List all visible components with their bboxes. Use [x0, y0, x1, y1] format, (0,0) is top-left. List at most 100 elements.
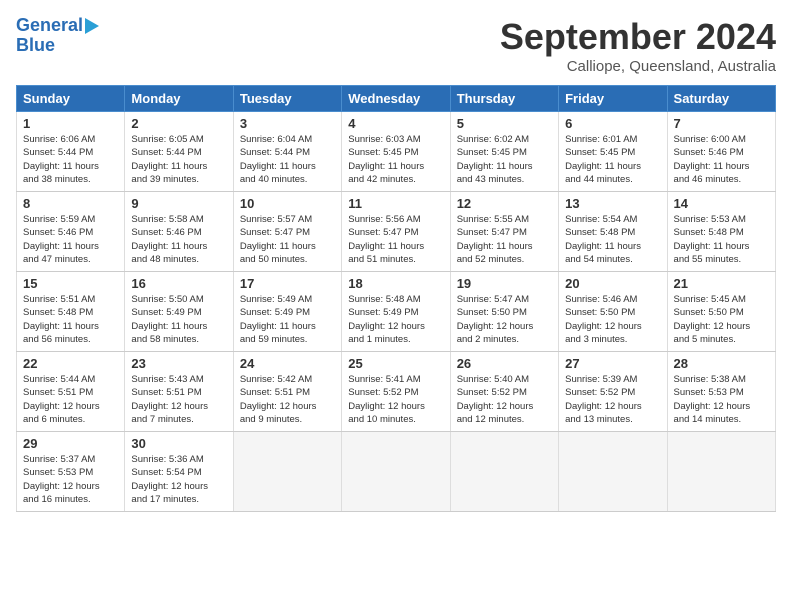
calendar-cell: 19 Sunrise: 5:47 AMSunset: 5:50 PMDayligh… [450, 272, 558, 352]
calendar-cell: 8 Sunrise: 5:59 AMSunset: 5:46 PMDaylight… [17, 192, 125, 272]
day-number: 14 [674, 196, 769, 211]
calendar-cell [559, 432, 667, 512]
day-info: Sunrise: 5:38 AMSunset: 5:53 PMDaylight:… [674, 373, 769, 426]
calendar-cell [342, 432, 450, 512]
calendar-cell: 21Sunrise: 5:45 AMSunset: 5:50 PMDayligh… [667, 272, 775, 352]
calendar-cell: 30 Sunrise: 5:36 AMSunset: 5:54 PMDayligh… [125, 432, 233, 512]
calendar-cell: 12 Sunrise: 5:55 AMSunset: 5:47 PMDayligh… [450, 192, 558, 272]
day-number: 3 [240, 116, 335, 131]
calendar-cell: 22Sunrise: 5:44 AMSunset: 5:51 PMDayligh… [17, 352, 125, 432]
logo-text: General [16, 16, 83, 36]
calendar-cell: 9 Sunrise: 5:58 AMSunset: 5:46 PMDaylight… [125, 192, 233, 272]
weekday-header-friday: Friday [559, 86, 667, 112]
day-info: Sunrise: 6:03 AMSunset: 5:45 PMDaylight:… [348, 133, 443, 186]
weekday-header-monday: Monday [125, 86, 233, 112]
day-number: 10 [240, 196, 335, 211]
day-info: Sunrise: 5:42 AMSunset: 5:51 PMDaylight:… [240, 373, 335, 426]
day-number: 2 [131, 116, 226, 131]
day-info: Sunrise: 5:51 AMSunset: 5:48 PMDaylight:… [23, 293, 118, 346]
calendar-cell: 1 Sunrise: 6:06 AMSunset: 5:44 PMDaylight… [17, 112, 125, 192]
weekday-header-saturday: Saturday [667, 86, 775, 112]
day-info: Sunrise: 6:05 AMSunset: 5:44 PMDaylight:… [131, 133, 226, 186]
day-number: 29 [23, 436, 118, 451]
calendar-cell: 3Sunrise: 6:04 AMSunset: 5:44 PMDaylight… [233, 112, 341, 192]
day-number: 13 [565, 196, 660, 211]
calendar-cell: 5 Sunrise: 6:02 AMSunset: 5:45 PMDaylight… [450, 112, 558, 192]
day-info: Sunrise: 5:41 AMSunset: 5:52 PMDaylight:… [348, 373, 443, 426]
calendar-cell [233, 432, 341, 512]
day-info: Sunrise: 5:59 AMSunset: 5:46 PMDaylight:… [23, 213, 118, 266]
day-info: Sunrise: 5:44 AMSunset: 5:51 PMDaylight:… [23, 373, 118, 426]
week-row-4: 22Sunrise: 5:44 AMSunset: 5:51 PMDayligh… [17, 352, 776, 432]
calendar-cell: 18Sunrise: 5:48 AMSunset: 5:49 PMDayligh… [342, 272, 450, 352]
calendar-cell: 15 Sunrise: 5:51 AMSunset: 5:48 PMDayligh… [17, 272, 125, 352]
day-info: Sunrise: 5:37 AMSunset: 5:53 PMDaylight:… [23, 453, 118, 506]
day-info: Sunrise: 5:58 AMSunset: 5:46 PMDaylight:… [131, 213, 226, 266]
day-number: 30 [131, 436, 226, 451]
weekday-header-wednesday: Wednesday [342, 86, 450, 112]
day-info: Sunrise: 5:57 AMSunset: 5:47 PMDaylight:… [240, 213, 335, 266]
calendar-cell: 2 Sunrise: 6:05 AMSunset: 5:44 PMDaylight… [125, 112, 233, 192]
day-info: Sunrise: 5:46 AMSunset: 5:50 PMDaylight:… [565, 293, 660, 346]
day-number: 5 [457, 116, 552, 131]
day-number: 28 [674, 356, 769, 371]
day-number: 1 [23, 116, 118, 131]
calendar-cell: 26 Sunrise: 5:40 AMSunset: 5:52 PMDayligh… [450, 352, 558, 432]
day-info: Sunrise: 5:43 AMSunset: 5:51 PMDaylight:… [131, 373, 226, 426]
day-number: 11 [348, 196, 443, 211]
calendar-cell: 23Sunrise: 5:43 AMSunset: 5:51 PMDayligh… [125, 352, 233, 432]
calendar-cell: 11 Sunrise: 5:56 AMSunset: 5:47 PMDayligh… [342, 192, 450, 272]
calendar-cell: 16Sunrise: 5:50 AMSunset: 5:49 PMDayligh… [125, 272, 233, 352]
day-number: 27 [565, 356, 660, 371]
week-row-3: 15 Sunrise: 5:51 AMSunset: 5:48 PMDayligh… [17, 272, 776, 352]
calendar-cell: 28 Sunrise: 5:38 AMSunset: 5:53 PMDayligh… [667, 352, 775, 432]
day-number: 17 [240, 276, 335, 291]
page-header: General Blue September 2024 Calliope, Qu… [16, 16, 776, 75]
calendar-cell: 17 Sunrise: 5:49 AMSunset: 5:49 PMDayligh… [233, 272, 341, 352]
week-row-1: 1 Sunrise: 6:06 AMSunset: 5:44 PMDaylight… [17, 112, 776, 192]
day-number: 8 [23, 196, 118, 211]
day-number: 9 [131, 196, 226, 211]
day-info: Sunrise: 5:47 AMSunset: 5:50 PMDaylight:… [457, 293, 552, 346]
week-row-2: 8 Sunrise: 5:59 AMSunset: 5:46 PMDaylight… [17, 192, 776, 272]
day-info: Sunrise: 5:56 AMSunset: 5:47 PMDaylight:… [348, 213, 443, 266]
day-info: Sunrise: 5:49 AMSunset: 5:49 PMDaylight:… [240, 293, 335, 346]
day-number: 12 [457, 196, 552, 211]
day-info: Sunrise: 6:06 AMSunset: 5:44 PMDaylight:… [23, 133, 118, 186]
day-info: Sunrise: 6:01 AMSunset: 5:45 PMDaylight:… [565, 133, 660, 186]
calendar-cell: 25 Sunrise: 5:41 AMSunset: 5:52 PMDayligh… [342, 352, 450, 432]
day-info: Sunrise: 5:48 AMSunset: 5:49 PMDaylight:… [348, 293, 443, 346]
weekday-header-sunday: Sunday [17, 86, 125, 112]
calendar-cell: 27Sunrise: 5:39 AMSunset: 5:52 PMDayligh… [559, 352, 667, 432]
weekday-header-thursday: Thursday [450, 86, 558, 112]
day-number: 21 [674, 276, 769, 291]
day-number: 20 [565, 276, 660, 291]
day-number: 7 [674, 116, 769, 131]
calendar-cell: 29 Sunrise: 5:37 AMSunset: 5:53 PMDayligh… [17, 432, 125, 512]
day-info: Sunrise: 5:40 AMSunset: 5:52 PMDaylight:… [457, 373, 552, 426]
calendar-cell [450, 432, 558, 512]
weekday-header-tuesday: Tuesday [233, 86, 341, 112]
calendar-cell: 6 Sunrise: 6:01 AMSunset: 5:45 PMDaylight… [559, 112, 667, 192]
day-info: Sunrise: 5:53 AMSunset: 5:48 PMDaylight:… [674, 213, 769, 266]
logo: General Blue [16, 16, 99, 56]
logo-blue-text: Blue [16, 36, 55, 56]
day-number: 6 [565, 116, 660, 131]
calendar-cell: 20 Sunrise: 5:46 AMSunset: 5:50 PMDayligh… [559, 272, 667, 352]
calendar-table: SundayMondayTuesdayWednesdayThursdayFrid… [16, 85, 776, 512]
calendar-cell: 10 Sunrise: 5:57 AMSunset: 5:47 PMDayligh… [233, 192, 341, 272]
title-block: September 2024 Calliope, Queensland, Aus… [500, 16, 776, 75]
day-number: 15 [23, 276, 118, 291]
day-info: Sunrise: 5:55 AMSunset: 5:47 PMDaylight:… [457, 213, 552, 266]
weekday-header-row: SundayMondayTuesdayWednesdayThursdayFrid… [17, 86, 776, 112]
day-number: 26 [457, 356, 552, 371]
calendar-cell [667, 432, 775, 512]
day-info: Sunrise: 5:54 AMSunset: 5:48 PMDaylight:… [565, 213, 660, 266]
day-number: 19 [457, 276, 552, 291]
day-info: Sunrise: 6:00 AMSunset: 5:46 PMDaylight:… [674, 133, 769, 186]
day-number: 25 [348, 356, 443, 371]
day-info: Sunrise: 6:02 AMSunset: 5:45 PMDaylight:… [457, 133, 552, 186]
day-info: Sunrise: 5:36 AMSunset: 5:54 PMDaylight:… [131, 453, 226, 506]
calendar-cell: 24Sunrise: 5:42 AMSunset: 5:51 PMDayligh… [233, 352, 341, 432]
day-info: Sunrise: 5:50 AMSunset: 5:49 PMDaylight:… [131, 293, 226, 346]
